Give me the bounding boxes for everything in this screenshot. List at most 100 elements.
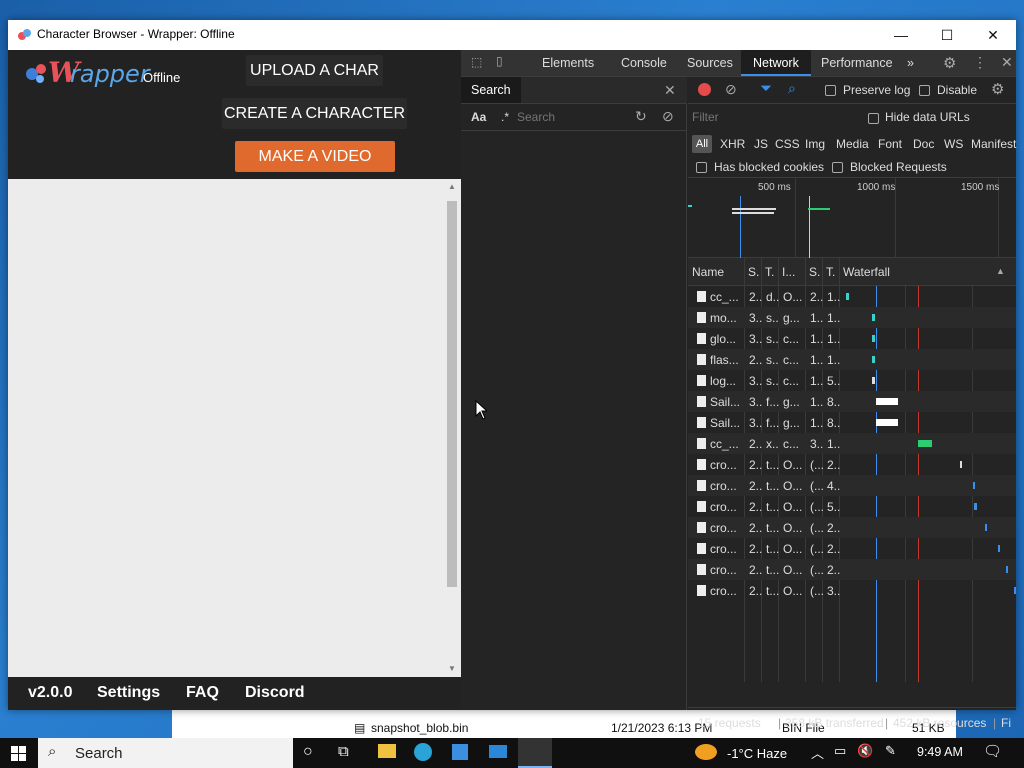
table-row[interactable]: cro... 2.. t... O... (... 4.. bbox=[688, 475, 1016, 496]
devtools-tabbar: ⬚ ▯ Elements Console Sources Network Per… bbox=[461, 50, 1016, 77]
table-row[interactable]: flas... 2.. s.. c... 1.. 1.. bbox=[688, 349, 1016, 370]
more-tabs-icon[interactable]: » bbox=[901, 50, 920, 76]
tab-sources[interactable]: Sources bbox=[681, 50, 739, 76]
settings-gear-icon[interactable]: ⚙ bbox=[943, 54, 956, 72]
table-row[interactable]: glo... 3.. s.. c... 1.. 1.. bbox=[688, 328, 1016, 349]
regex-icon[interactable]: .* bbox=[501, 110, 509, 124]
task-view-icon[interactable]: ⧉ bbox=[338, 743, 349, 760]
make-video-button[interactable]: MAKE A VIDEO bbox=[235, 141, 395, 172]
tab-console[interactable]: Console bbox=[615, 50, 673, 76]
clear-log-icon[interactable]: ⊘ bbox=[725, 81, 737, 98]
scrollbar-thumb[interactable] bbox=[447, 201, 457, 587]
record-icon[interactable] bbox=[698, 83, 711, 96]
table-row[interactable]: log... 3.. s.. c... 1.. 5.. bbox=[688, 370, 1016, 391]
table-row[interactable]: Sail... 3.. f... g... 1.. 8.. bbox=[688, 391, 1016, 412]
has-blocked-cookies-checkbox[interactable] bbox=[696, 162, 707, 173]
type-filter-css[interactable]: CSS bbox=[775, 137, 800, 151]
tab-network[interactable]: Network bbox=[741, 50, 811, 76]
network-settings-icon[interactable]: ⚙ bbox=[991, 80, 1004, 98]
scrollbar[interactable]: ▲ ▼ bbox=[444, 182, 460, 676]
file-name[interactable]: snapshot_blob.bin bbox=[371, 721, 468, 735]
wrapper-taskbar-button[interactable] bbox=[518, 738, 552, 768]
table-cell: x.. bbox=[766, 437, 779, 451]
maximize-button[interactable]: ☐ bbox=[924, 20, 970, 50]
upload-char-button[interactable]: UPLOAD A CHAR bbox=[246, 55, 383, 86]
sort-ascending-icon[interactable]: ▲ bbox=[996, 266, 1005, 276]
volume-muted-icon[interactable]: 🔇 bbox=[857, 743, 873, 759]
minimize-button[interactable]: — bbox=[878, 20, 924, 50]
device-toggle-icon[interactable]: ▯ bbox=[496, 54, 503, 68]
col-size[interactable]: S. bbox=[809, 265, 820, 279]
refresh-icon[interactable]: ↻ bbox=[635, 108, 647, 125]
type-filter-all[interactable]: All bbox=[692, 135, 712, 153]
table-row[interactable]: Sail... 3.. f... g... 1.. 8.. bbox=[688, 412, 1016, 433]
tray-chevron-icon[interactable]: ︿ bbox=[811, 743, 824, 762]
table-row[interactable]: cro... 2.. t... O... (... 3.. bbox=[688, 580, 1016, 601]
notification-center-icon[interactable]: 🗨 bbox=[983, 742, 1002, 760]
match-case-icon[interactable]: Aa bbox=[471, 110, 486, 124]
kebab-menu-icon[interactable]: ⋮ bbox=[973, 54, 987, 71]
table-row[interactable]: mo... 3.. s.. g... 1.. 1.. bbox=[688, 307, 1016, 328]
close-button[interactable]: ✕ bbox=[970, 20, 1016, 50]
wrapper-logo[interactable]: W rapper Offline bbox=[24, 56, 194, 90]
faq-link[interactable]: FAQ bbox=[186, 684, 219, 702]
cortana-icon[interactable]: ○ bbox=[303, 743, 313, 761]
blocked-requests-checkbox[interactable] bbox=[832, 162, 843, 173]
col-type[interactable]: T. bbox=[765, 265, 774, 279]
table-row[interactable]: cro... 2.. t... O... (... 2.. bbox=[688, 517, 1016, 538]
table-row[interactable]: cro... 2.. t... O... (... 2.. bbox=[688, 538, 1016, 559]
clear-icon[interactable]: ⊘ bbox=[662, 108, 674, 125]
search-drawer-tab[interactable]: Search bbox=[461, 77, 521, 103]
col-time[interactable]: T. bbox=[826, 265, 835, 279]
taskbar-search-box[interactable]: ⌕ Search bbox=[38, 738, 293, 768]
table-cell: (... bbox=[810, 521, 824, 535]
table-row[interactable]: cc_... 2.. x.. c... 3.. 1.. bbox=[688, 433, 1016, 454]
tab-elements[interactable]: Elements bbox=[536, 50, 600, 76]
store-icon[interactable] bbox=[452, 744, 468, 760]
filter-icon[interactable]: ⏷ bbox=[760, 80, 772, 97]
type-filter-manifest[interactable]: Manifest bbox=[971, 137, 1016, 151]
search-input[interactable] bbox=[517, 108, 627, 126]
preserve-log-checkbox[interactable] bbox=[825, 85, 836, 96]
edge-icon[interactable] bbox=[414, 743, 432, 761]
type-filter-ws[interactable]: WS bbox=[944, 137, 963, 151]
type-filter-doc[interactable]: Doc bbox=[913, 137, 934, 151]
type-filter-xhr[interactable]: XHR bbox=[720, 137, 745, 151]
col-status[interactable]: S. bbox=[748, 265, 759, 279]
pen-tray-icon[interactable]: ✎ bbox=[885, 743, 896, 759]
table-cell: 5.. bbox=[827, 500, 841, 514]
table-row[interactable]: cro... 2.. t... O... (... 5.. bbox=[688, 496, 1016, 517]
weather-icon[interactable] bbox=[695, 744, 717, 760]
hide-data-urls-checkbox[interactable] bbox=[868, 113, 879, 124]
network-overview[interactable]: 500 ms 1000 ms 1500 ms bbox=[688, 178, 1016, 258]
discord-link[interactable]: Discord bbox=[245, 684, 305, 702]
scroll-down-icon[interactable]: ▼ bbox=[448, 664, 456, 673]
table-row[interactable]: cro... 2.. t... O... (... 2.. bbox=[688, 559, 1016, 580]
filter-input[interactable] bbox=[692, 107, 852, 127]
title-bar[interactable]: Character Browser - Wrapper: Offline — ☐… bbox=[8, 20, 1016, 50]
weather-label[interactable]: -1°C Haze bbox=[727, 746, 787, 761]
table-row[interactable]: cc_... 2.. d.. O... 2.. 1.. bbox=[688, 286, 1016, 307]
disable-cache-checkbox[interactable] bbox=[919, 85, 930, 96]
close-devtools-icon[interactable]: ✕ bbox=[1001, 54, 1013, 71]
settings-link[interactable]: Settings bbox=[97, 684, 160, 702]
col-name[interactable]: Name bbox=[692, 265, 724, 279]
col-waterfall[interactable]: Waterfall bbox=[843, 265, 890, 279]
table-row[interactable]: cro... 2.. t... O... (... 2.. bbox=[688, 454, 1016, 475]
windows-start-icon[interactable] bbox=[11, 746, 26, 761]
network-tray-icon[interactable]: ▭ bbox=[834, 743, 846, 759]
tab-performance[interactable]: Performance bbox=[815, 50, 899, 76]
clock-time[interactable]: 9:49 AM bbox=[917, 745, 963, 759]
scroll-up-icon[interactable]: ▲ bbox=[448, 182, 456, 191]
type-filter-js[interactable]: JS bbox=[754, 137, 768, 151]
file-explorer-icon[interactable] bbox=[378, 744, 396, 758]
search-icon[interactable]: ⌕ bbox=[788, 80, 796, 97]
type-filter-media[interactable]: Media bbox=[836, 137, 869, 151]
type-filter-img[interactable]: Img bbox=[805, 137, 825, 151]
close-search-icon[interactable]: ✕ bbox=[664, 82, 676, 99]
mail-icon[interactable] bbox=[489, 745, 507, 758]
type-filter-font[interactable]: Font bbox=[878, 137, 902, 151]
col-initiator[interactable]: I... bbox=[782, 265, 795, 279]
inspect-icon[interactable]: ⬚ bbox=[471, 55, 482, 69]
create-character-button[interactable]: CREATE A CHARACTER bbox=[222, 98, 407, 129]
